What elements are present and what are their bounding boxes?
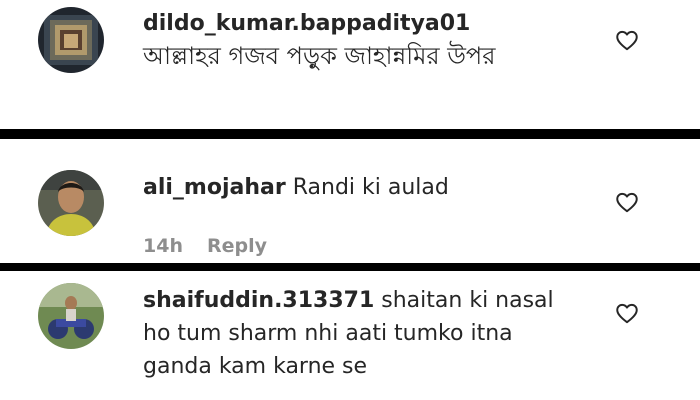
comment-item: ali_mojahar Randi ki aulad 14h Reply <box>0 139 700 263</box>
comment-username[interactable]: shaifuddin.313371 <box>143 288 374 313</box>
comment-username[interactable]: ali_mojahar <box>143 175 286 200</box>
avatar[interactable] <box>38 170 104 236</box>
comment-body: ali_mojahar Randi ki aulad <box>143 171 583 204</box>
comment-body: shaifuddin.313371 shaitan ki nasal ho tu… <box>143 284 583 383</box>
comment-meta: 14h Reply <box>143 235 267 257</box>
comment-text: আল্লাহর গজব পড়ুক জাহান্নমির উপর <box>143 42 496 70</box>
comment-username[interactable]: dildo_kumar.bappaditya01 <box>143 11 470 36</box>
like-heart-icon[interactable] <box>614 300 640 326</box>
avatar[interactable] <box>38 7 104 73</box>
comment-item: dildo_kumar.bappaditya01 আল্লাহর গজব পড়… <box>0 0 700 129</box>
comment-text: Randi ki aulad <box>292 175 449 200</box>
reply-button[interactable]: Reply <box>207 235 267 257</box>
like-heart-icon[interactable] <box>614 189 640 215</box>
comment-body: dildo_kumar.bappaditya01 আল্লাহর গজব পড়… <box>143 7 583 74</box>
comment-item: shaifuddin.313371 shaitan ki nasal ho tu… <box>0 271 700 400</box>
like-heart-icon[interactable] <box>614 27 640 53</box>
avatar[interactable] <box>38 283 104 349</box>
comment-timestamp: 14h <box>143 235 183 257</box>
